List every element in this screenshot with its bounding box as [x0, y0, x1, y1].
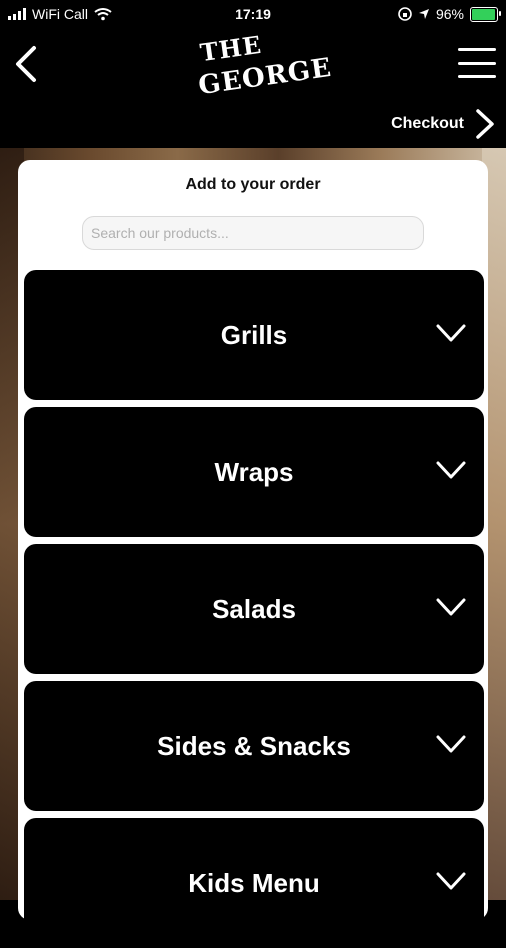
app-header: THE GEORGE Checkout [0, 28, 506, 148]
checkout-label: Checkout [391, 115, 464, 132]
category-label: Grills [220, 319, 288, 350]
chevron-down-icon [436, 461, 466, 479]
battery-percent: 96% [435, 6, 464, 22]
orientation-lock-icon [398, 7, 412, 21]
menu-icon[interactable] [458, 48, 496, 78]
category-label: Wraps [214, 456, 294, 487]
category-kids-menu[interactable]: Kids Menu [24, 818, 484, 948]
category-label: Salads [212, 593, 296, 624]
chevron-right-icon [476, 109, 494, 139]
battery-fill [472, 8, 496, 20]
category-wraps[interactable]: Wraps [24, 407, 484, 537]
location-arrow-icon [418, 9, 429, 19]
checkout-button[interactable]: Checkout [391, 108, 496, 140]
search-field[interactable] [82, 216, 439, 250]
chevron-down-icon [436, 324, 466, 342]
logo-line1: THE [198, 29, 264, 68]
brand-logo[interactable]: THE GEORGE [180, 30, 334, 101]
chevron-down-icon [436, 598, 466, 616]
battery-icon [470, 6, 501, 22]
category-grills[interactable]: Grills [24, 270, 484, 400]
category-label: Sides & Snacks [157, 730, 351, 761]
status-right: 96% [398, 6, 501, 22]
category-sides-snacks[interactable]: Sides & Snacks [24, 681, 484, 811]
back-icon[interactable] [10, 44, 42, 84]
category-salads[interactable]: Salads [24, 544, 484, 674]
status-bar: WiFi Call 17:19 96% [0, 0, 506, 28]
chevron-down-icon [436, 872, 466, 890]
search-input[interactable] [83, 217, 439, 249]
card-title: Add to your order [185, 176, 321, 193]
category-label: Kids Menu [188, 867, 320, 898]
chevron-down-icon [436, 735, 466, 753]
